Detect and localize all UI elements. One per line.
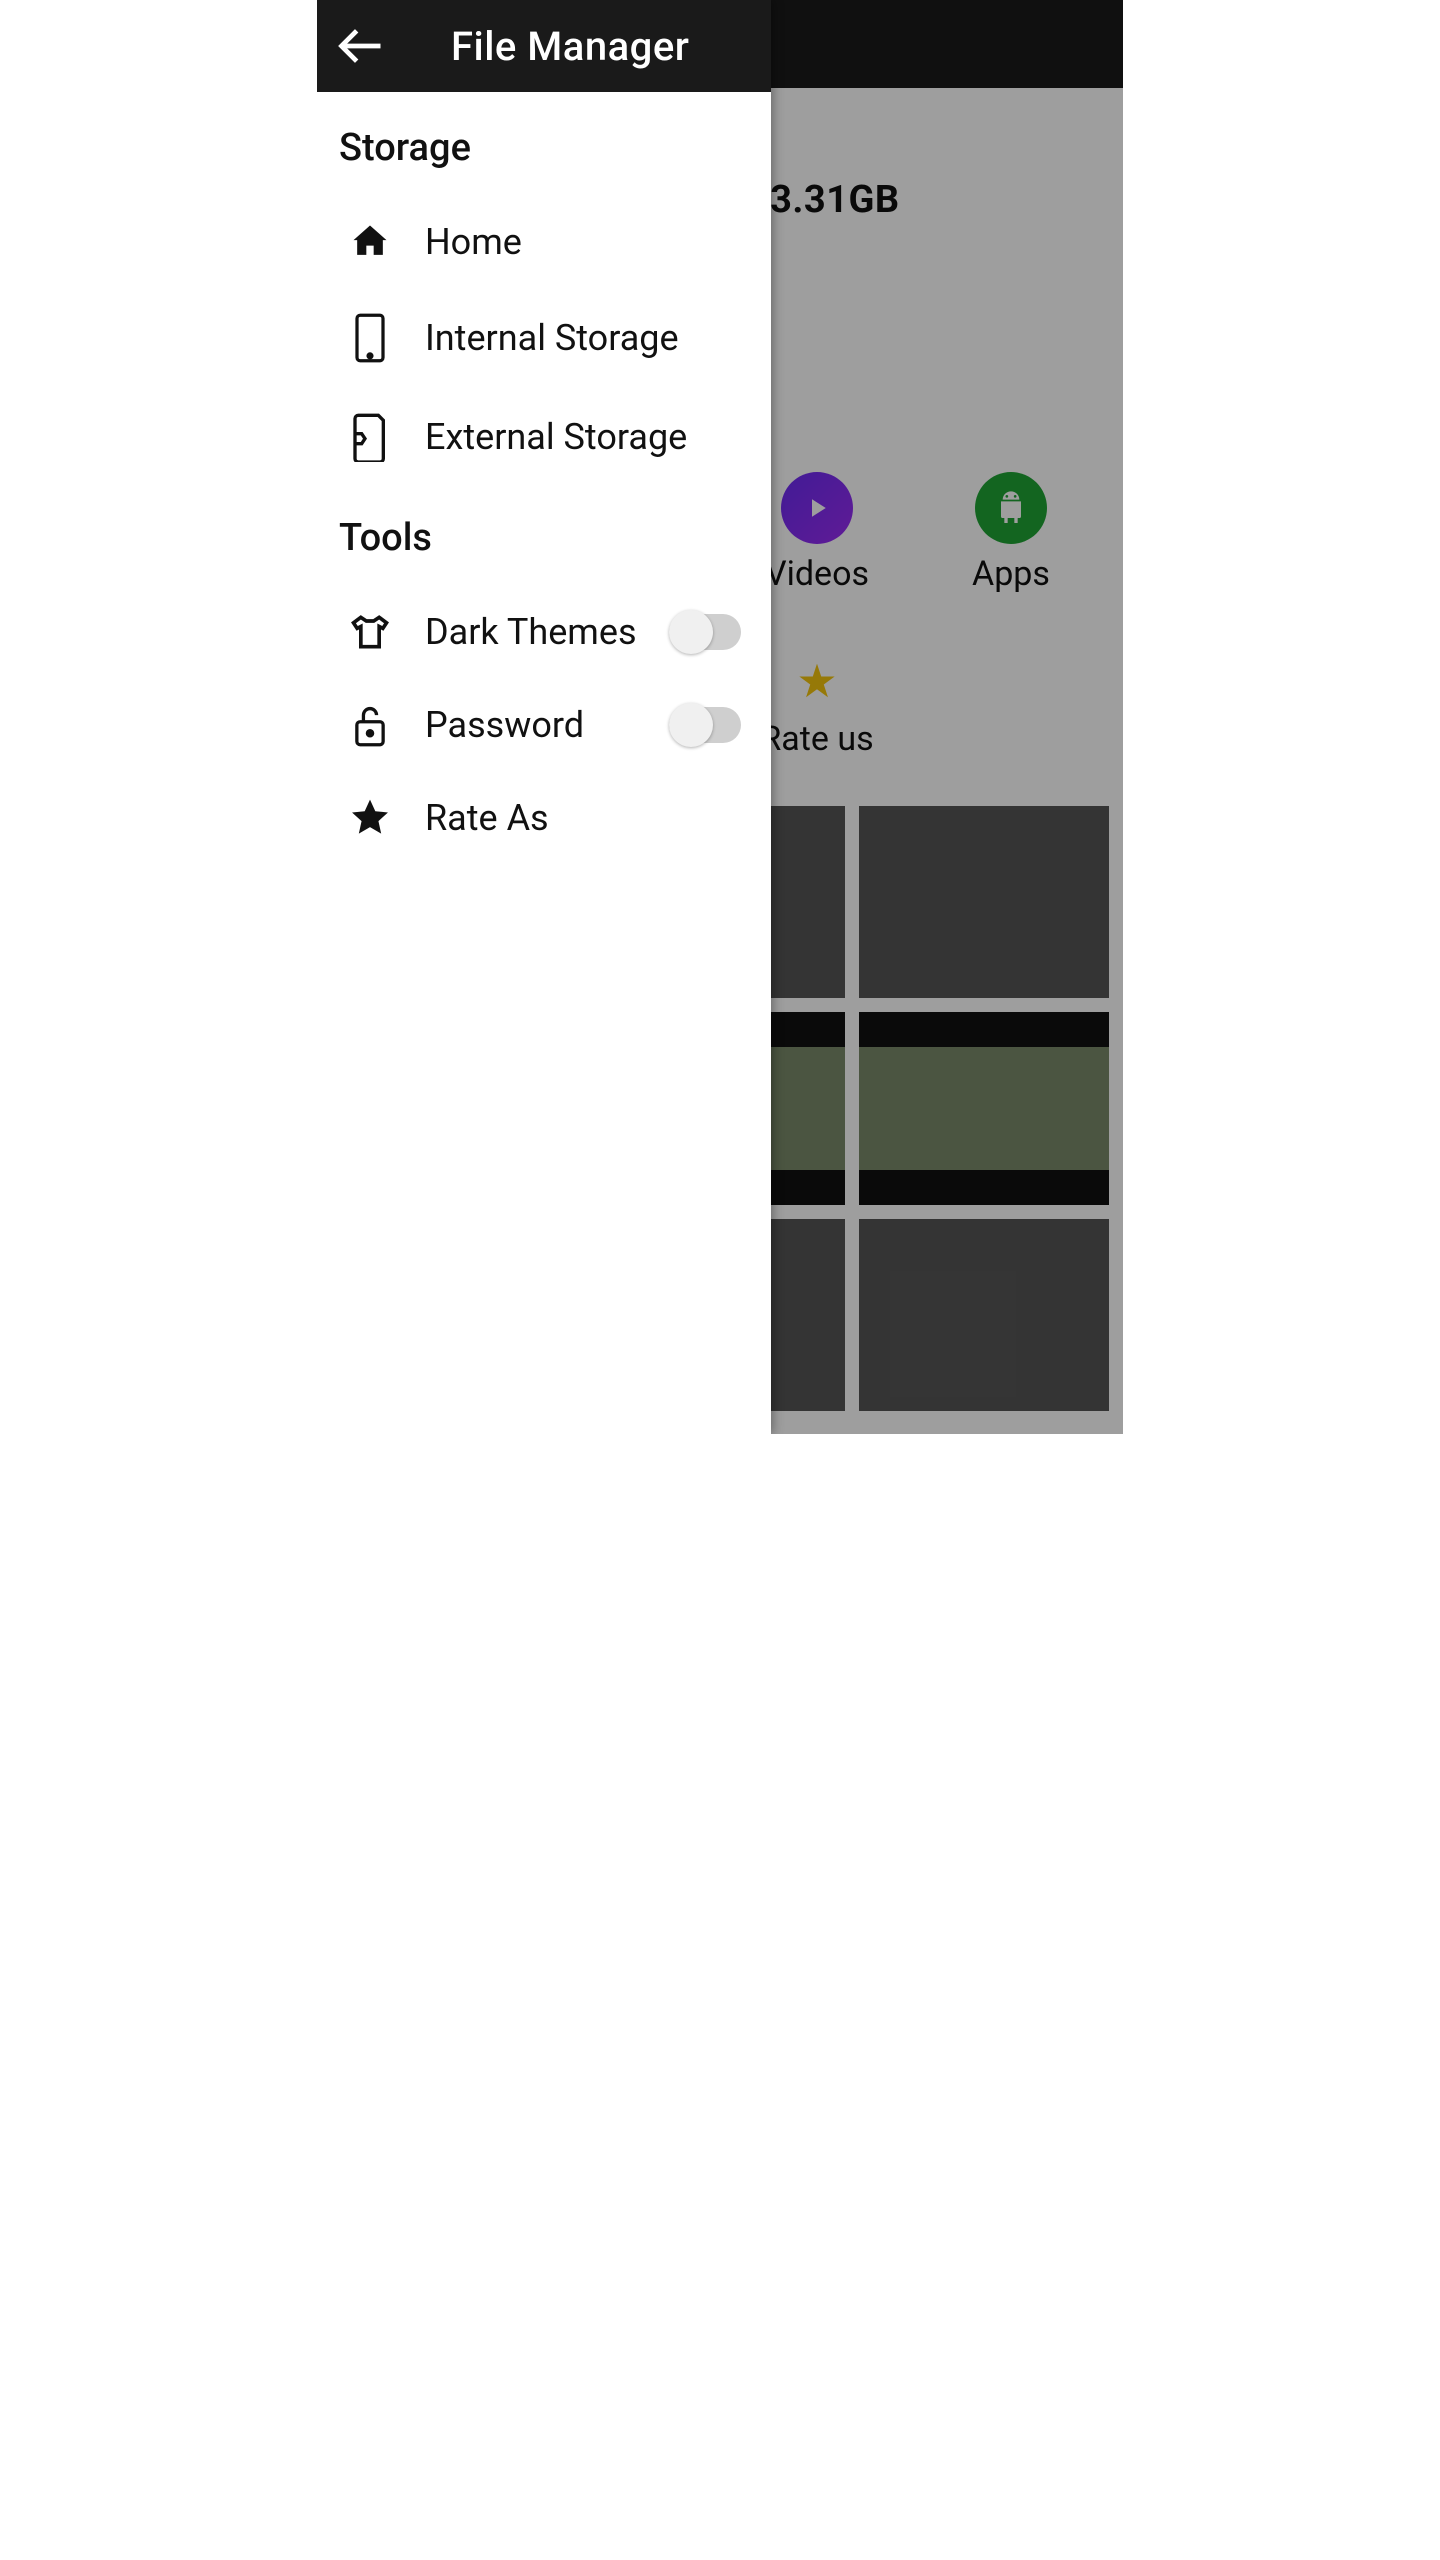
menu-external-storage[interactable]: External Storage — [339, 388, 749, 486]
lock-open-icon — [350, 702, 390, 748]
arrow-left-icon — [335, 20, 387, 72]
tshirt-icon — [347, 610, 393, 654]
drawer-body: Storage Home Internal Storage — [317, 92, 771, 1434]
sd-card-icon — [350, 412, 390, 462]
menu-home[interactable]: Home — [339, 196, 749, 288]
menu-label: Dark Themes — [425, 611, 637, 653]
dark-themes-toggle[interactable] — [669, 614, 741, 650]
menu-label: Home — [425, 221, 522, 263]
menu-label: Rate As — [425, 797, 549, 839]
menu-label: Internal Storage — [425, 317, 679, 359]
drawer-header: File Manager — [317, 0, 771, 92]
menu-password[interactable]: Password — [339, 678, 749, 772]
menu-label: Password — [425, 704, 584, 746]
menu-label: External Storage — [425, 416, 687, 458]
phone-icon — [350, 312, 390, 364]
drawer-title: File Manager — [451, 23, 689, 70]
section-tools: Tools — [339, 516, 749, 560]
back-button[interactable] — [331, 16, 391, 76]
menu-dark-themes[interactable]: Dark Themes — [339, 586, 749, 678]
menu-internal-storage[interactable]: Internal Storage — [339, 288, 749, 388]
star-icon — [348, 796, 392, 840]
home-icon — [348, 220, 392, 264]
password-toggle[interactable] — [669, 707, 741, 743]
screen: hidden REE 13.31GB Videos Apps — [317, 0, 1123, 1434]
menu-rate-as[interactable]: Rate As — [339, 772, 749, 864]
navigation-drawer: File Manager Storage Home Internal Sto — [317, 0, 771, 1434]
section-storage: Storage — [339, 126, 749, 170]
